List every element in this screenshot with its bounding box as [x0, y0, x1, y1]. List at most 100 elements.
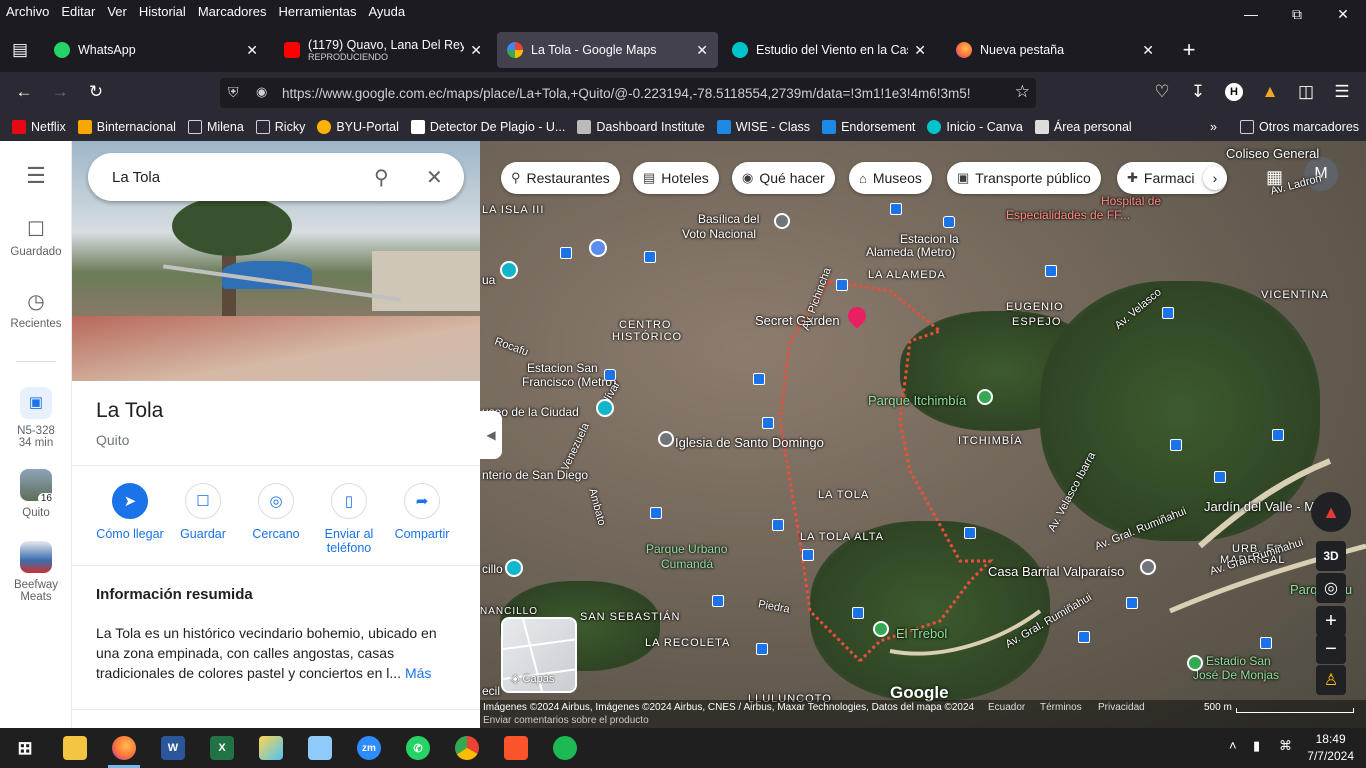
tab-youtube[interactable]: (1179) Quavo, Lana Del Rey - To REPRODUC…: [274, 32, 492, 68]
close-tab-icon[interactable]: ✕: [470, 42, 482, 59]
shield-icon[interactable]: ⛨: [228, 84, 239, 101]
label-basilica-2[interactable]: Voto Nacional: [682, 227, 756, 241]
bus-stop-icon[interactable]: [836, 279, 848, 291]
bus-stop-icon[interactable]: [712, 595, 724, 607]
saved-button[interactable]: ☐ Guardado: [0, 217, 72, 258]
label-jardin-del-valle[interactable]: Jardín del Valle - Mo: [1204, 499, 1322, 514]
bus-stop-icon[interactable]: [1078, 631, 1090, 643]
url-text[interactable]: https://www.google.com.ec/maps/place/La+…: [282, 86, 1002, 101]
layers-button[interactable]: ◈ Capas: [501, 617, 577, 693]
extension-h-icon[interactable]: H: [1222, 80, 1246, 104]
clock[interactable]: 18:49 7/7/2024: [1307, 731, 1354, 765]
url-bar[interactable]: ⛨ ◉ https://www.google.com.ec/maps/place…: [220, 78, 1036, 108]
bookmark-endorsement[interactable]: Endorsement: [822, 119, 915, 134]
park-pin-icon[interactable]: [977, 389, 993, 405]
bus-stop-icon[interactable]: [1214, 471, 1226, 483]
label-cumanda-1[interactable]: Parque Urbano: [646, 542, 727, 556]
my-location-icon[interactable]: ◎: [1316, 573, 1346, 603]
close-tab-icon[interactable]: ✕: [246, 42, 258, 59]
menu-ayuda[interactable]: Ayuda: [362, 4, 411, 19]
recent-item-beefway[interactable]: Beefway Meats: [0, 541, 72, 603]
church-pin-icon[interactable]: [658, 431, 674, 447]
satellite-map[interactable]: ⚲ Restaurantes ▤ Hoteles ◉ Qué hacer ⌂ Museo…: [480, 141, 1366, 728]
church-pin-icon[interactable]: [774, 213, 790, 229]
reload-icon[interactable]: ↻: [84, 80, 108, 104]
chip-restaurantes[interactable]: ⚲ Restaurantes: [501, 162, 620, 194]
tab-list-icon[interactable]: ▤: [8, 38, 32, 62]
menu-herramientas[interactable]: Herramientas: [272, 4, 362, 19]
new-tab-plus-icon[interactable]: +: [1177, 37, 1201, 62]
send-to-phone-button[interactable]: ▯ Enviar al teléfono: [309, 483, 389, 555]
park-pin-icon[interactable]: [873, 621, 889, 637]
battery-icon[interactable]: ▮: [1253, 738, 1260, 754]
bus-stop-icon[interactable]: [1260, 637, 1272, 649]
label-hospital[interactable]: Hospital de: [1101, 194, 1161, 208]
directions-button[interactable]: ➤ Cómo llegar: [90, 483, 170, 541]
hamburger-menu-icon[interactable]: ☰: [0, 163, 72, 189]
country-link[interactable]: Ecuador: [988, 702, 1025, 713]
firefox-icon[interactable]: [112, 736, 136, 760]
bookmark-ricky[interactable]: Ricky: [255, 119, 305, 134]
bus-stop-icon[interactable]: [964, 527, 976, 539]
chips-next-chevron-icon[interactable]: ›: [1203, 166, 1227, 190]
bus-stop-icon[interactable]: [1272, 429, 1284, 441]
lock-icon[interactable]: ◉: [256, 84, 267, 100]
menu-historial[interactable]: Historial: [133, 4, 192, 19]
search-icon[interactable]: ⚲: [374, 165, 389, 190]
close-window-button[interactable]: ✕: [1320, 0, 1366, 28]
bus-stop-icon[interactable]: [1162, 307, 1174, 319]
recent-item-quito[interactable]: 16 Quito: [0, 469, 72, 519]
save-button[interactable]: ☐ Guardar: [163, 483, 243, 541]
scale-label[interactable]: 500 m: [1204, 702, 1232, 713]
bookmark-star-icon[interactable]: ☆: [1015, 82, 1030, 102]
other-bookmarks[interactable]: Otros marcadores: [1240, 119, 1359, 134]
brave-icon[interactable]: [504, 736, 528, 760]
tray-chevron-up-icon[interactable]: ˄: [1229, 738, 1237, 753]
tab-canva[interactable]: Estudio del Viento en la Casa Ag ✕: [722, 32, 936, 68]
label-estadio-1[interactable]: Estadio San: [1206, 654, 1271, 668]
wifi-icon[interactable]: ⌘: [1279, 738, 1292, 754]
download-icon[interactable]: ↧: [1186, 80, 1210, 104]
excel-icon[interactable]: X: [210, 736, 234, 760]
3d-toggle-button[interactable]: 3D: [1316, 541, 1346, 571]
recent-item-n5-328[interactable]: ▣ N5-328 34 min: [0, 387, 72, 449]
close-tab-icon[interactable]: ✕: [914, 42, 926, 59]
tab-new[interactable]: Nueva pestaña ✕: [946, 32, 1164, 68]
bookmark-netflix[interactable]: Netflix: [12, 119, 66, 134]
compass-icon[interactable]: ▲: [1311, 492, 1351, 532]
windows-start-icon[interactable]: ⊞: [13, 736, 37, 760]
bookmark-canva[interactable]: Inicio - Canva: [927, 119, 1023, 134]
stadium-pin-icon[interactable]: [1187, 655, 1203, 671]
menu-editar[interactable]: Editar: [55, 4, 101, 19]
bus-stop-icon[interactable]: [644, 251, 656, 263]
bookmark-dashboard-institute[interactable]: Dashboard Institute: [577, 119, 705, 134]
label-san-francisco-1[interactable]: Estacion San: [527, 361, 598, 375]
zoom-in-button[interactable]: +: [1316, 606, 1346, 636]
label-secret-garden[interactable]: Secret Garden: [755, 313, 840, 328]
metro-station-icon[interactable]: [604, 369, 616, 381]
close-tab-icon[interactable]: ✕: [1142, 42, 1154, 59]
bus-stop-icon[interactable]: [890, 203, 902, 215]
camera-pin-icon[interactable]: [505, 559, 523, 577]
label-santo-domingo[interactable]: Iglesia de Santo Domingo: [675, 435, 824, 450]
label-basilica-1[interactable]: Basílica del: [698, 212, 759, 226]
label-san-diego[interactable]: nterio de San Diego: [482, 468, 588, 482]
recent-button[interactable]: ◷ Recientes: [0, 289, 72, 330]
spotify-icon[interactable]: [553, 736, 577, 760]
paint-icon[interactable]: [259, 736, 283, 760]
bus-stop-icon[interactable]: [802, 549, 814, 561]
nearby-button[interactable]: ◎ Cercano: [236, 483, 316, 541]
bus-stop-icon[interactable]: [1170, 439, 1182, 451]
label-el-trebol[interactable]: El Trebol: [896, 626, 947, 641]
pocket-icon[interactable]: ♡: [1150, 80, 1174, 104]
place-pin-icon[interactable]: [1140, 559, 1156, 575]
museum-pin-icon[interactable]: [596, 399, 614, 417]
shield-extension-icon[interactable]: ▲: [1258, 80, 1282, 104]
restore-button[interactable]: ⧉: [1274, 0, 1320, 28]
forward-arrow-icon[interactable]: →: [48, 80, 72, 104]
more-link[interactable]: Más: [405, 665, 431, 681]
close-icon[interactable]: ✕: [426, 165, 443, 190]
chip-hoteles[interactable]: ▤ Hoteles: [633, 162, 719, 194]
word-icon[interactable]: W: [161, 736, 185, 760]
whatsapp-icon[interactable]: ✆: [406, 736, 430, 760]
